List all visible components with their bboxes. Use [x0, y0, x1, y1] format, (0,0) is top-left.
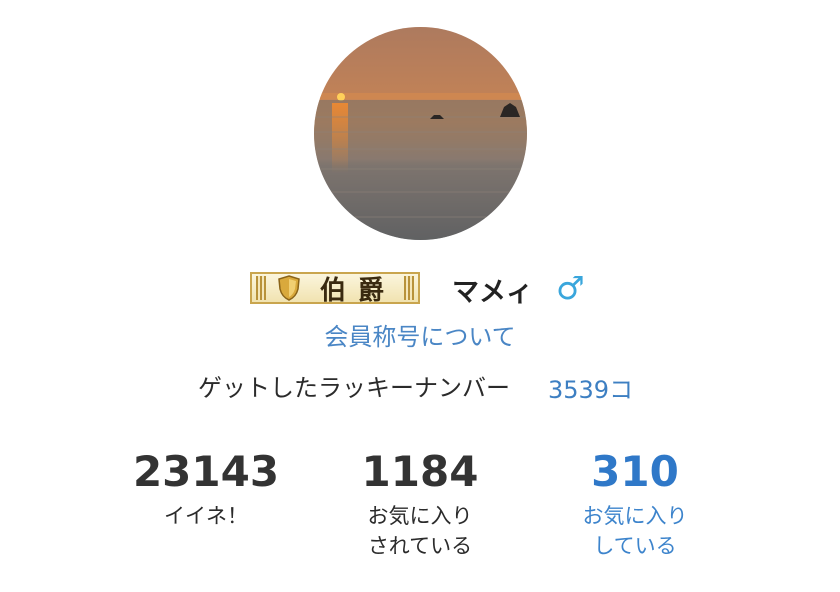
avatar[interactable]: [314, 27, 527, 240]
stat-favorited: 1184 お気に入り されている: [350, 446, 490, 562]
rank-title: 伯爵: [320, 275, 397, 306]
stat-favoriting[interactable]: 310 お気に入り している: [565, 446, 705, 562]
user-name: マメィ: [452, 277, 533, 308]
lucky-number-count[interactable]: 3539コ: [548, 372, 633, 408]
member-title-link[interactable]: 会員称号について: [0, 320, 840, 354]
stat-likes: 23143 イイネ！: [130, 446, 282, 532]
favorited-count: 1184: [361, 447, 479, 496]
likes-label: イイネ！: [164, 504, 248, 528]
likes-count: 23143: [132, 447, 280, 496]
male-icon: ♂: [556, 269, 585, 307]
favorited-label-line2: されている: [367, 534, 473, 558]
favoriting-count[interactable]: 310: [565, 446, 705, 498]
badge-stripe-right: [404, 276, 414, 300]
sunset-sea-photo: [314, 27, 527, 240]
favoriting-label-line2[interactable]: している: [565, 530, 705, 562]
rank-badge: 伯爵: [250, 272, 420, 306]
favoriting-label-line1[interactable]: お気に入り: [565, 500, 705, 532]
badge-stripe-left: [256, 276, 266, 300]
shield-icon: [278, 275, 300, 301]
lucky-number-label: ゲットしたラッキーナンバー: [198, 374, 510, 402]
favorited-label-line1: お気に入り: [367, 504, 473, 528]
